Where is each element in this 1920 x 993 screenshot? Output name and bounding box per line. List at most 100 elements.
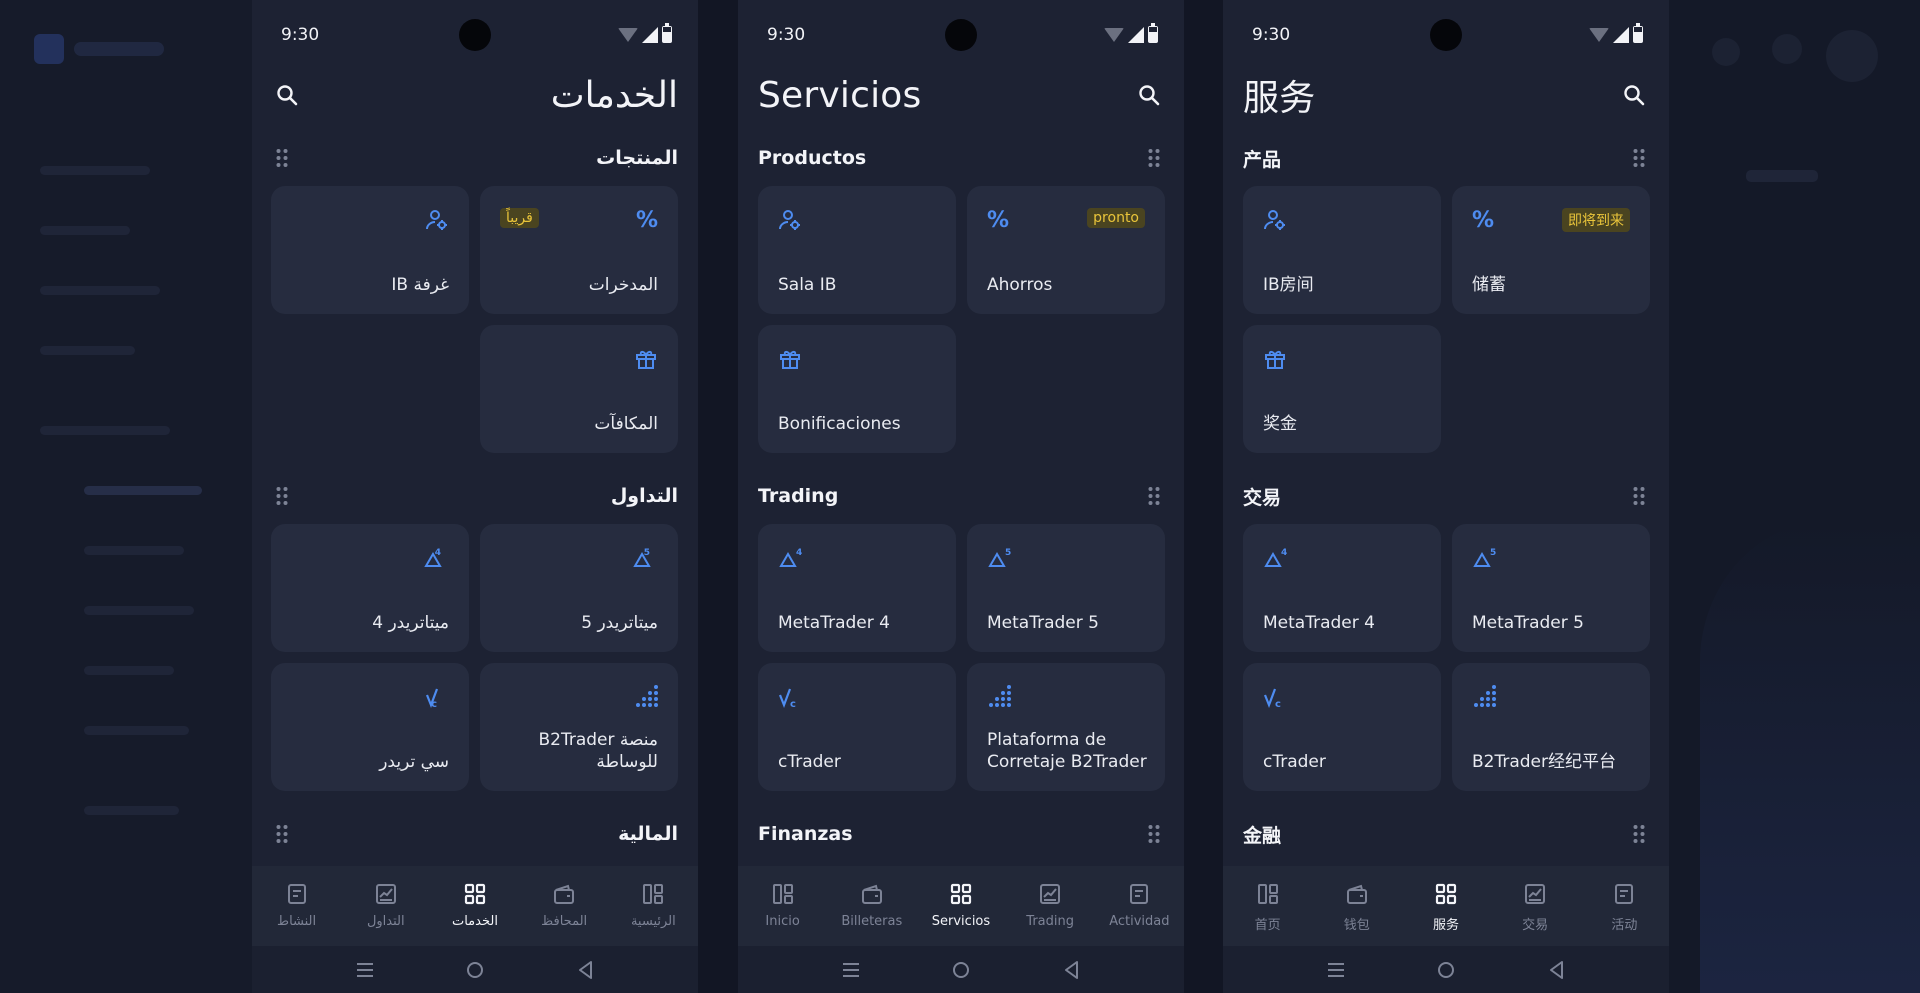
tile-ib-room[interactable]: Sala IB (758, 186, 956, 314)
background-menu-line (84, 486, 202, 495)
recent-apps-button[interactable] (1325, 959, 1347, 981)
background-logo (34, 34, 64, 64)
section-title: 产品 (1243, 148, 1282, 171)
nav-item-activity[interactable]: Actividad (1096, 882, 1182, 929)
nav-label: Actividad (1109, 914, 1170, 929)
nav-item-home[interactable]: 首页 (1225, 882, 1311, 933)
tile-label: سي تريدر (379, 752, 449, 772)
back-button[interactable] (1060, 959, 1082, 981)
tile-ctrader[interactable]: c سي تريدر (271, 663, 469, 791)
background-menu-line (40, 286, 160, 295)
coming-soon-badge: pronto (1087, 208, 1145, 228)
nav-label: 交易 (1522, 918, 1549, 933)
tile-bonuses[interactable]: المكافآت (480, 325, 678, 453)
nav-item-wallets[interactable]: Billeteras (829, 882, 915, 929)
recent-apps-button[interactable] (840, 959, 862, 981)
section-title: المالية (618, 823, 678, 845)
tile-metatrader-4[interactable]: 4 ميتاتريدر 4 (271, 524, 469, 652)
drag-handle[interactable] (1144, 484, 1164, 508)
ctrader-icon: c (1263, 685, 1289, 711)
tile-metatrader-5[interactable]: 5 MetaTrader 5 (1452, 524, 1650, 652)
dashboard-icon (1255, 882, 1281, 906)
recent-apps-button[interactable] (354, 959, 376, 981)
nav-item-trading[interactable]: Trading (1007, 882, 1093, 929)
drag-handle[interactable] (1144, 822, 1164, 846)
nav-label: 钱包 (1343, 918, 1370, 933)
drag-handle[interactable] (272, 146, 292, 170)
chart-icon (373, 882, 399, 906)
tile-bonuses[interactable]: Bonificaciones (758, 325, 956, 453)
battery-icon (662, 23, 672, 43)
chart-icon (1037, 882, 1063, 906)
drag-handle[interactable] (1629, 822, 1649, 846)
tile-savings[interactable]: % 即将到来 储蓄 (1452, 186, 1650, 314)
tile-ctrader[interactable]: c cTrader (758, 663, 956, 791)
search-button[interactable] (1619, 80, 1649, 110)
nav-item-services[interactable]: Servicios (918, 882, 1004, 929)
home-button[interactable] (950, 959, 972, 981)
metatrader-5-icon: 5 (1472, 546, 1498, 572)
search-button[interactable] (272, 80, 302, 110)
background-logo-text (74, 42, 164, 56)
ctrader-icon: c (778, 685, 804, 711)
nav-item-activity[interactable]: 活动 (1581, 882, 1667, 933)
battery-icon (1148, 23, 1158, 43)
services-list: 产品 IB房间 % 即将到来 储蓄 奖金 交易 4 MetaTrader 4 5… (1243, 130, 1650, 862)
tile-ib-room[interactable]: IB房间 (1243, 186, 1441, 314)
nav-item-home[interactable]: Inicio (740, 882, 826, 929)
back-button[interactable] (1545, 959, 1567, 981)
percent-icon: % (987, 208, 1010, 233)
tile-ctrader[interactable]: c cTrader (1243, 663, 1441, 791)
tile-metatrader-5[interactable]: 5 ميتاتريدر 5 (480, 524, 678, 652)
tile-b2trader[interactable]: B2Trader经纪平台 (1452, 663, 1650, 791)
tile-label: Bonificaciones (778, 414, 901, 434)
nav-label: التداول (366, 914, 405, 929)
nav-item-wallets[interactable]: 钱包 (1314, 882, 1400, 933)
drag-handle[interactable] (1144, 146, 1164, 170)
tile-metatrader-4[interactable]: 4 MetaTrader 4 (758, 524, 956, 652)
bottom-navigation: Inicio Billeteras Servicios Trading Acti… (738, 866, 1184, 946)
section-header-trading: Trading (758, 468, 1164, 524)
section-title: Trading (758, 485, 839, 507)
tile-metatrader-4[interactable]: 4 MetaTrader 4 (1243, 524, 1441, 652)
tile-b2trader[interactable]: منصة B2Trader للوساطة (480, 663, 678, 791)
nav-item-wallets[interactable]: المحافظ (521, 882, 607, 929)
tile-label: cTrader (778, 752, 841, 772)
drag-handle[interactable] (272, 822, 292, 846)
nav-item-services[interactable]: الخدمات (432, 882, 518, 929)
search-button[interactable] (1134, 80, 1164, 110)
drag-handle[interactable] (1629, 484, 1649, 508)
back-button[interactable] (574, 959, 596, 981)
nav-label: الخدمات (451, 914, 498, 929)
b2trader-icon (632, 685, 658, 711)
background-menu-line (84, 726, 189, 735)
metatrader-4-icon: 4 (1263, 546, 1289, 572)
products-grid: IB房间 % 即将到来 储蓄 奖金 (1243, 186, 1650, 453)
drag-handle-icon (1148, 487, 1160, 505)
drag-handle[interactable] (272, 484, 292, 508)
tile-label: MetaTrader 4 (778, 613, 890, 633)
drag-handle[interactable] (1629, 146, 1649, 170)
home-button[interactable] (1435, 959, 1457, 981)
nav-item-activity[interactable]: النشاط (254, 882, 340, 929)
section-header-products: Productos (758, 130, 1164, 186)
background-sidebar (0, 0, 252, 993)
section-title: Finanzas (758, 823, 853, 845)
tile-savings[interactable]: % pronto Ahorros (967, 186, 1165, 314)
nav-item-home[interactable]: الرئيسية (610, 882, 696, 929)
back-triangle-icon (1550, 960, 1563, 979)
tile-bonuses[interactable]: 奖金 (1243, 325, 1441, 453)
nav-item-services[interactable]: 服务 (1403, 882, 1489, 933)
tile-b2trader[interactable]: Plataforma de Corretaje B2Trader (967, 663, 1165, 791)
home-button[interactable] (464, 959, 486, 981)
tile-ib-room[interactable]: غرفة IB (271, 186, 469, 314)
gift-icon (1263, 347, 1289, 373)
status-bar: 9:30 (738, 0, 1184, 70)
nav-item-trading[interactable]: 交易 (1492, 882, 1578, 933)
tile-metatrader-5[interactable]: 5 MetaTrader 5 (967, 524, 1165, 652)
nav-item-trading[interactable]: التداول (343, 882, 429, 929)
tile-savings[interactable]: % قريباً المدخرات (480, 186, 678, 314)
background-menu-line (40, 426, 170, 435)
wifi-icon (618, 27, 638, 42)
coming-soon-badge: 即将到来 (1562, 208, 1630, 232)
